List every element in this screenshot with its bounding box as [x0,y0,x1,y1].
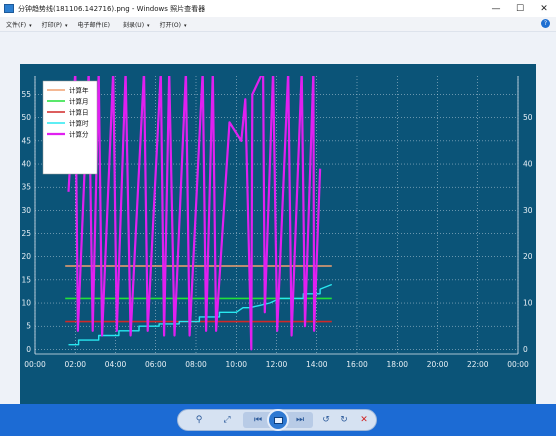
y-tick-label-right: 30 [523,206,533,215]
next-icon[interactable]: ⏭ [292,410,308,430]
menu-email[interactable]: 电子邮件(E) [71,20,116,29]
legend-label: 计算分 [69,130,89,139]
help-icon[interactable]: ? [541,19,550,28]
legend-label: 计算时 [69,119,89,128]
rotate-cw-icon[interactable]: ↻ [336,410,352,430]
y-tick-label-right: 0 [523,345,528,354]
y-tick-label-right: 20 [523,252,533,261]
y-tick-label: 0 [26,345,31,354]
x-tick-label: 14:00 [306,360,328,369]
menu-burn[interactable]: 刻录(U) ▾ [117,20,154,29]
control-pill: ⚲ ⤢ ⏮ ⏭ ↺ ↻ ✕ [177,409,377,431]
menu-bar: 文件(F) ▾ 打印(P) ▾ 电子邮件(E) 刻录(U) ▾ 打开(O) ▾ ? [0,17,556,32]
close-button[interactable]: ✕ [532,0,556,17]
menu-open[interactable]: 打开(O) ▾ [154,20,191,29]
trend-chart-image: 0 5 10 15 20 25 30 35 40 45 50 55 0 10 20 30 40 50 00:00 02… [20,64,536,404]
x-tick-label: 20:00 [427,360,449,369]
x-tick-label: 10:00 [225,360,247,369]
chevron-down-icon: ▾ [183,22,187,29]
slideshow-icon [273,416,283,424]
y-tick-label: 5 [26,322,31,331]
y-tick-label: 50 [21,113,31,122]
maximize-button[interactable]: ☐ [508,0,532,17]
x-tick-label: 00:00 [507,360,529,369]
y-tick-label: 55 [21,90,31,99]
bottom-toolbar: ⚲ ⤢ ⏮ ⏭ ↺ ↻ ✕ [0,404,556,436]
chevron-down-icon: ▾ [29,22,32,29]
rotate-ccw-icon[interactable]: ↺ [318,410,334,430]
y-tick-label: 40 [21,160,31,169]
x-tick-label: 12:00 [266,360,288,369]
y-tick-label: 35 [21,183,31,192]
y-tick-label-right: 40 [523,160,533,169]
previous-icon[interactable]: ⏮ [250,410,266,430]
legend-label: 计算年 [69,86,89,95]
y-tick-label: 30 [21,206,31,215]
x-tick-label: 00:00 [24,360,46,369]
x-tick-label: 06:00 [145,360,167,369]
fit-to-window-icon[interactable]: ⤢ [218,410,236,430]
image-viewport: 0 5 10 15 20 25 30 35 40 45 50 55 0 10 20 30 40 50 00:00 02… [0,32,556,404]
x-tick-label: 22:00 [467,360,489,369]
menu-print[interactable]: 打印(P) ▾ [36,20,72,29]
y-tick-label: 25 [21,229,31,238]
legend-box [42,80,98,175]
x-tick-label: 04:00 [105,360,127,369]
slideshow-button[interactable] [267,409,289,431]
x-tick-label: 08:00 [185,360,207,369]
y-tick-label-right: 10 [523,299,533,308]
window-controls: — ☐ ✕ [484,0,556,17]
menu-file[interactable]: 文件(F) ▾ [0,20,36,29]
chevron-down-icon: ▾ [147,22,150,29]
y-tick-label-right: 50 [523,113,533,122]
y-tick-label: 20 [21,252,31,261]
legend-label: 计算月 [69,97,89,106]
legend-label: 计算日 [69,108,89,117]
window-title: 分钟趋势线(181106.142716).png - Windows 照片查看器 [18,4,206,13]
x-tick-label: 16:00 [346,360,368,369]
chevron-down-icon: ▾ [64,22,68,29]
zoom-icon[interactable]: ⚲ [190,410,208,430]
y-tick-label: 15 [21,275,31,284]
y-tick-label: 45 [21,136,31,145]
photo-viewer-app-icon [4,4,14,13]
minimize-button[interactable]: — [484,0,508,17]
x-tick-label: 02:00 [64,360,86,369]
title-bar: 分钟趋势线(181106.142716).png - Windows 照片查看器… [0,0,556,17]
y-tick-label: 10 [21,299,31,308]
x-tick-label: 18:00 [386,360,408,369]
delete-icon[interactable]: ✕ [356,410,372,430]
